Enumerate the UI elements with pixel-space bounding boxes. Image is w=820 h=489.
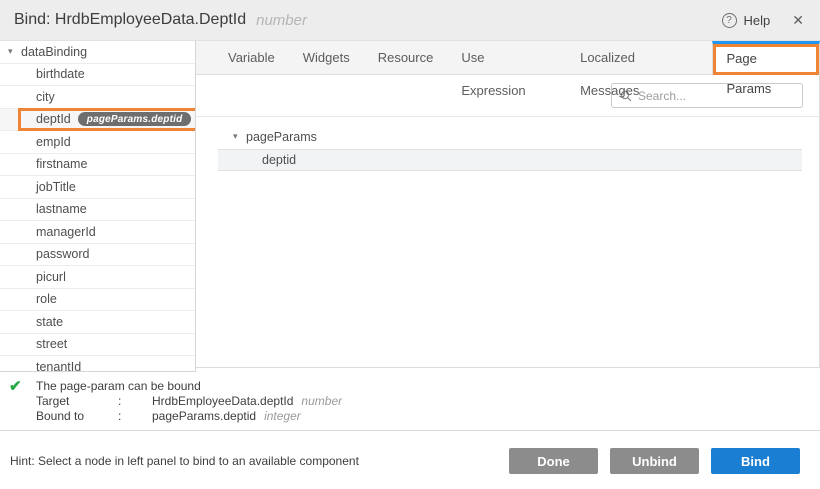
status-message: The page-param can be bound xyxy=(36,379,342,394)
tab-content: ▾ pageParams deptid xyxy=(196,75,820,368)
tab-bar: VariableWidgetsResourceUse ExpressionLoc… xyxy=(196,41,820,75)
tree-item-label: deptId xyxy=(36,112,71,126)
dialog-title-type: number xyxy=(256,12,307,29)
chevron-down-icon: ▾ xyxy=(8,46,21,57)
tree-node-databinding[interactable]: ▾ dataBinding xyxy=(0,41,195,64)
tree-item-label: picurl xyxy=(36,270,66,284)
annotation-highlight-box: deptId pageParams.deptid xyxy=(18,108,196,131)
tree-item-label: password xyxy=(36,247,90,261)
status-boundto-row: Bound to : pageParams.deptid integer xyxy=(36,409,342,424)
tree-node-label: pageParams xyxy=(246,130,317,144)
done-button[interactable]: Done xyxy=(509,448,598,474)
binding-source-panel: VariableWidgetsResourceUse ExpressionLoc… xyxy=(196,41,820,372)
dialog-header: Bind: HrdbEmployeeData.DeptId number ? H… xyxy=(0,0,820,41)
tree-item-city[interactable]: city xyxy=(0,86,195,109)
tree-item-deptid[interactable]: deptId pageParams.deptid xyxy=(0,109,195,132)
status-value: pageParams.deptid xyxy=(152,409,256,424)
search-box[interactable] xyxy=(611,83,803,108)
tree-item-label: empId xyxy=(36,135,71,149)
page-param-item-deptid[interactable]: deptid xyxy=(218,149,802,171)
tab-widgets[interactable]: Widgets xyxy=(289,41,364,74)
tree-item-label: jobTitle xyxy=(36,180,76,194)
tree-item-picurl[interactable]: picurl xyxy=(0,266,195,289)
close-icon[interactable]: ✕ xyxy=(792,12,804,29)
header-actions: ? Help ✕ xyxy=(722,12,804,29)
tree-item-street[interactable]: street xyxy=(0,334,195,357)
tree-item-tenantid[interactable]: tenantId xyxy=(0,356,195,372)
tree-item-state[interactable]: state xyxy=(0,311,195,334)
tree-item-label: lastname xyxy=(36,202,87,216)
tree-node-pageparams[interactable]: ▾ pageParams xyxy=(196,126,819,147)
tree-item-label: tenantId xyxy=(36,360,81,372)
tree-item-label: firstname xyxy=(36,157,87,171)
tree-item-lastname[interactable]: lastname xyxy=(0,199,195,222)
footer-buttons: Done Unbind Bind xyxy=(509,448,800,474)
dialog-footer: Hint: Select a node in left panel to bin… xyxy=(0,431,820,489)
unbind-button[interactable]: Unbind xyxy=(610,448,699,474)
page-params-tree: ▾ pageParams deptid xyxy=(196,117,819,171)
status-colon: : xyxy=(118,409,152,424)
tree-item-role[interactable]: role xyxy=(0,289,195,312)
tree-node-label: dataBinding xyxy=(21,45,87,59)
tab-use-expression[interactable]: Use Expression xyxy=(447,41,566,74)
status-lines: The page-param can be bound Target : Hrd… xyxy=(36,379,342,424)
status-label: Bound to xyxy=(36,409,118,424)
tree-item-label: state xyxy=(36,315,63,329)
chevron-down-icon: ▾ xyxy=(233,131,246,142)
help-icon[interactable]: ? xyxy=(722,13,737,28)
dialog-body: ▾ dataBinding birthdate city deptId pagePar… xyxy=(0,41,820,372)
hint-text: Hint: Select a node in left panel to bin… xyxy=(10,454,359,468)
tree-item-label: managerId xyxy=(36,225,96,239)
tree-item-birthdate[interactable]: birthdate xyxy=(0,64,195,87)
tab-page-params[interactable]: Page Params xyxy=(712,41,820,75)
tree-item-password[interactable]: password xyxy=(0,244,195,267)
tree-item-label: street xyxy=(36,337,67,351)
tree-item-managerid[interactable]: managerId xyxy=(0,221,195,244)
status-value: HrdbEmployeeData.deptId xyxy=(152,394,293,409)
dialog-title: Bind: HrdbEmployeeData.DeptId xyxy=(14,11,246,29)
bind-button[interactable]: Bind xyxy=(711,448,800,474)
tree-item-label: city xyxy=(36,90,55,104)
tab-resource[interactable]: Resource xyxy=(364,41,448,74)
tab-variable[interactable]: Variable xyxy=(214,41,289,74)
binding-status: ✔ The page-param can be bound Target : H… xyxy=(0,372,820,431)
status-value-type: number xyxy=(301,394,342,409)
status-target-row: Target : HrdbEmployeeData.deptId number xyxy=(36,394,342,409)
status-value-type: integer xyxy=(264,409,301,424)
status-label: Target xyxy=(36,394,118,409)
checkmark-icon: ✔ xyxy=(9,379,36,424)
tree-item-label: birthdate xyxy=(36,67,85,81)
tree-item-empid[interactable]: empId xyxy=(0,131,195,154)
tab-localized-messages[interactable]: Localized Messages xyxy=(566,41,711,74)
tree-item-label: role xyxy=(36,292,57,306)
help-link[interactable]: Help xyxy=(744,13,771,28)
bound-param-badge: pageParams.deptid xyxy=(78,112,192,126)
tree-item-firstname[interactable]: firstname xyxy=(0,154,195,177)
status-colon: : xyxy=(118,394,152,409)
binding-tree-panel: ▾ dataBinding birthdate city deptId pagePar… xyxy=(0,41,196,372)
tree-item-jobtitle[interactable]: jobTitle xyxy=(0,176,195,199)
